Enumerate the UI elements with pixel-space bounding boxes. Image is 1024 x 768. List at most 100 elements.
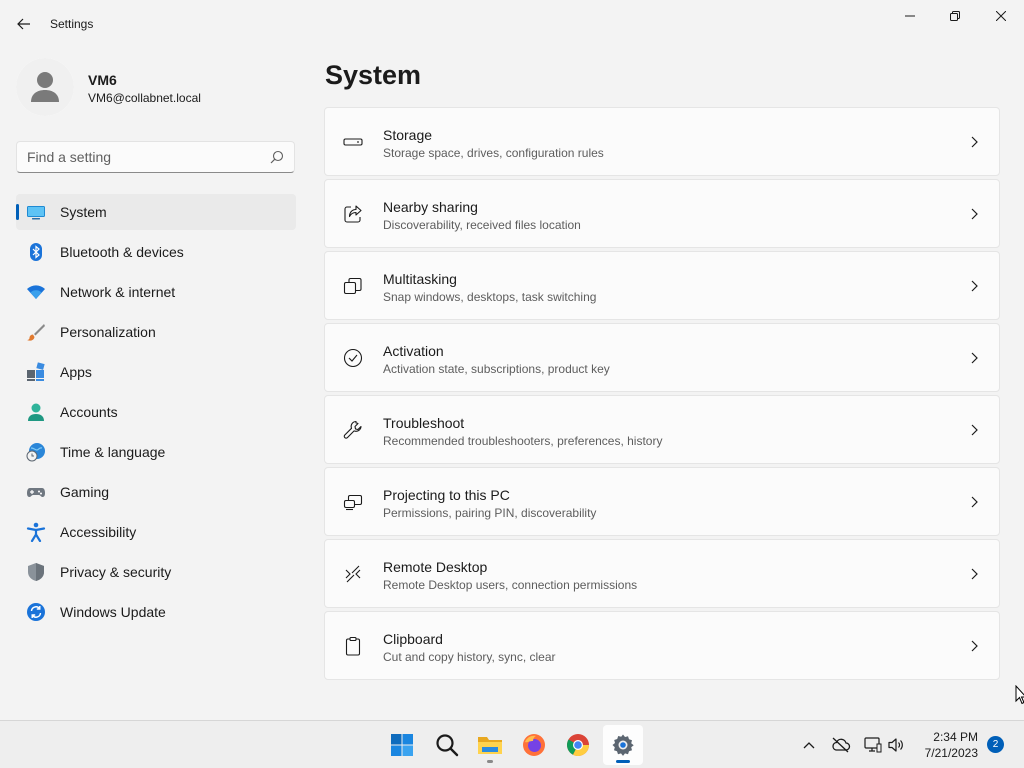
search-input[interactable] [17,142,257,172]
checkmark-circle-icon [343,348,363,368]
minimize-button[interactable] [887,0,933,32]
globe-clock-icon [26,443,45,462]
chevron-right-icon [971,208,978,220]
sidebar-item-time-language[interactable]: Time & language [16,434,296,470]
sidebar-nav: System Bluetooth & devices Network & int… [16,194,296,634]
card-activation[interactable]: Activation Activation state, subscriptio… [324,323,1000,392]
search-box[interactable] [16,141,295,173]
cloud-offline-icon [832,737,851,753]
chevron-right-icon [971,496,978,508]
chevron-right-icon [971,568,978,580]
apps-icon [27,362,45,381]
wifi-icon [27,285,45,299]
onedrive-tray-button[interactable] [831,735,851,755]
title-bar: Settings [0,0,1024,48]
chevron-up-icon [803,742,815,749]
brush-icon [27,324,45,341]
file-explorer-button[interactable] [470,725,510,765]
page-title: System [325,60,422,90]
sidebar-item-label: Windows Update [60,604,166,620]
sidebar-item-personalization[interactable]: Personalization [16,314,296,350]
card-projecting[interactable]: Projecting to this PC Permissions, pairi… [324,467,1000,536]
card-description: Activation state, subscriptions, product… [383,362,610,376]
card-title: Nearby sharing [383,199,478,215]
sidebar-item-system[interactable]: System [16,194,296,230]
start-icon [391,734,413,756]
multitasking-icon [343,277,362,295]
card-clipboard[interactable]: Clipboard Cut and copy history, sync, cl… [324,611,1000,680]
clock-time: 2:34 PM [933,730,978,744]
sidebar-item-accounts[interactable]: Accounts [16,394,296,430]
system-icon [27,206,45,220]
start-button[interactable] [382,725,422,765]
card-title: Projecting to this PC [383,487,510,503]
taskbar: 2:34 PM 7/21/2023 [0,720,1024,768]
user-profile[interactable]: VM6 VM6@collabnet.local [16,58,296,118]
sidebar-item-accessibility[interactable]: Accessibility [16,514,296,550]
back-button[interactable] [8,10,40,38]
user-avatar-icon [16,58,74,116]
network-icon [864,737,882,753]
sidebar-item-label: Time & language [60,444,166,460]
settings-window: Settings VM6 VM6@collabnet.local Find a … [0,0,1024,720]
card-description: Discoverability, received files location [383,218,581,232]
clipboard-icon [345,636,361,656]
storage-icon [343,138,363,146]
network-tray-button[interactable] [863,735,883,755]
update-icon [27,603,45,621]
card-troubleshoot[interactable]: Troubleshoot Recommended troubleshooters… [324,395,1000,464]
app-title: Settings [50,17,94,31]
card-nearby-sharing[interactable]: Nearby sharing Discoverability, received… [324,179,1000,248]
user-name: VM6 [88,72,117,88]
sidebar-item-label: Gaming [60,484,110,500]
avatar[interactable] [16,58,74,116]
sidebar-item-network[interactable]: Network & internet [16,274,296,310]
firefox-icon [523,734,545,756]
card-multitasking[interactable]: Multitasking Snap windows, desktops, tas… [324,251,1000,320]
sidebar-item-windows-update[interactable]: Windows Update [16,594,296,630]
restore-button[interactable] [932,0,978,32]
close-icon [996,11,1006,21]
sidebar-item-label: Accounts [60,404,118,420]
chevron-right-icon [971,424,978,436]
sidebar-item-gaming[interactable]: Gaming [16,474,296,510]
restore-icon [950,11,960,21]
chevron-right-icon [971,136,978,148]
clock[interactable]: 2:34 PM 7/21/2023 [910,729,978,761]
settings-taskbar-button[interactable] [603,725,643,765]
chevron-right-icon [971,352,978,364]
card-title: Activation [383,343,444,359]
share-icon [344,205,362,223]
close-button[interactable] [978,0,1024,32]
sidebar-item-bluetooth[interactable]: Bluetooth & devices [16,234,296,270]
mouse-cursor-icon [1015,685,1024,705]
show-hidden-icons-button[interactable] [799,735,819,755]
shield-icon [28,563,44,581]
chevron-right-icon [971,280,978,292]
card-description: Remote Desktop users, connection permiss… [383,578,638,592]
card-description: Permissions, pairing PIN, discoverabilit… [383,506,597,520]
notification-badge[interactable]: 2 [987,736,1004,753]
card-storage[interactable]: Storage Storage space, drives, configura… [324,107,1000,176]
firefox-button[interactable] [514,725,554,765]
card-description: Storage space, drives, configuration rul… [383,146,604,160]
person-icon [28,403,44,421]
sidebar-item-apps[interactable]: Apps [16,354,296,390]
volume-tray-button[interactable] [886,735,906,755]
card-title: Troubleshoot [383,415,465,431]
clock-date: 7/21/2023 [924,746,978,760]
sidebar-item-label: Personalization [60,324,156,340]
search-icon [436,734,459,757]
selection-indicator [16,204,19,220]
sidebar-item-label: Bluetooth & devices [60,244,184,260]
gamepad-icon [27,488,45,497]
search-icon[interactable] [270,150,284,164]
sidebar-item-privacy-security[interactable]: Privacy & security [16,554,296,590]
chrome-icon [567,734,589,757]
bluetooth-icon [30,243,42,261]
taskbar-search-button[interactable] [427,725,467,765]
back-arrow-icon [17,18,30,30]
card-remote-desktop[interactable]: Remote Desktop Remote Desktop users, con… [324,539,1000,608]
card-title: Multitasking [383,271,457,287]
chrome-button[interactable] [558,725,598,765]
